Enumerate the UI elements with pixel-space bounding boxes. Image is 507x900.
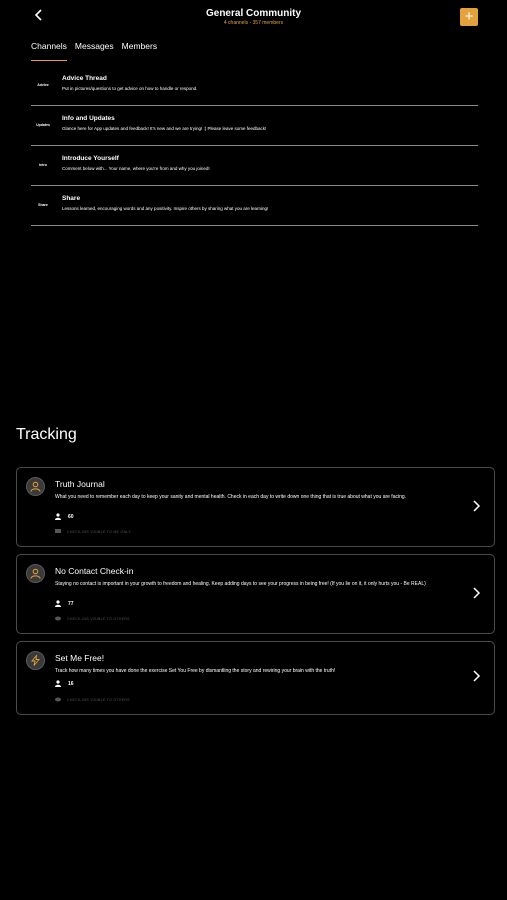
person-icon bbox=[55, 600, 61, 607]
eye-icon bbox=[55, 616, 61, 621]
tracker-card[interactable]: Set Me Free! Track how many times you ha… bbox=[16, 641, 495, 715]
tracking-title: Tracking bbox=[16, 426, 77, 443]
visibility-note: CHECK-INS VISIBLE TO ME ONLY bbox=[55, 529, 131, 534]
chat-icon bbox=[55, 529, 61, 533]
header: General Community 4 channels - 357 membe… bbox=[0, 0, 507, 34]
tracker-title: Set Me Free! bbox=[55, 653, 105, 663]
channel-title: Info and Updates bbox=[62, 115, 115, 122]
chevron-right-icon bbox=[473, 500, 481, 512]
person-icon bbox=[55, 680, 61, 687]
channel-code: Intro bbox=[39, 163, 47, 167]
count-value: 60 bbox=[68, 513, 74, 520]
chevron-right-icon bbox=[473, 587, 481, 599]
person-icon bbox=[55, 513, 61, 520]
channel-item[interactable]: Share Share Lessons learned, encouraging… bbox=[31, 186, 478, 226]
plus-icon: + bbox=[464, 8, 474, 25]
lightning-icon bbox=[31, 655, 40, 666]
tracker-card[interactable]: Truth Journal What you need to remember … bbox=[16, 467, 495, 547]
visibility-text: CHECK-INS VISIBLE TO ME ONLY bbox=[67, 529, 132, 534]
tracker-card[interactable]: No Contact Check-in Staying no contact i… bbox=[16, 554, 495, 634]
avatar bbox=[26, 564, 45, 583]
channel-code: Share bbox=[38, 203, 48, 207]
tab-bar: Channels Messages Members bbox=[31, 41, 157, 63]
tracker-description: Staying no contact is important in your … bbox=[55, 581, 426, 587]
member-count: 60 bbox=[55, 513, 74, 520]
tab-channels[interactable]: Channels bbox=[31, 41, 67, 61]
channel-description: Glance here for App updates and feedback… bbox=[62, 126, 267, 131]
member-count: 77 bbox=[55, 600, 74, 607]
avatar bbox=[26, 477, 45, 496]
count-value: 16 bbox=[68, 680, 74, 687]
visibility-text: CHECK-INS VISIBLE TO OTHERS bbox=[67, 616, 130, 621]
visibility-note: CHECK-INS VISIBLE TO OTHERS bbox=[55, 616, 130, 621]
chevron-right-icon bbox=[473, 670, 481, 682]
tab-members[interactable]: Members bbox=[122, 41, 157, 60]
channel-description: Put in pictures/questions to get advice … bbox=[62, 86, 198, 91]
channel-code: Advice bbox=[37, 83, 49, 87]
avatar bbox=[26, 651, 45, 670]
channel-item[interactable]: Updates Info and Updates Glance here for… bbox=[31, 106, 478, 146]
visibility-note: CHECK-INS VISIBLE TO OTHERS bbox=[55, 697, 130, 702]
channel-title: Share bbox=[62, 195, 81, 202]
channel-item[interactable]: Intro Introduce Yourself Comment below w… bbox=[31, 146, 478, 186]
tracker-description: What you need to remember each day to ke… bbox=[55, 494, 407, 500]
count-value: 77 bbox=[68, 600, 74, 607]
eye-icon bbox=[55, 697, 61, 702]
channel-item[interactable]: Advice Advice Thread Put in pictures/que… bbox=[31, 66, 478, 106]
channel-list: Advice Advice Thread Put in pictures/que… bbox=[31, 66, 478, 226]
channel-description: Lessons learned, encouraging words and a… bbox=[62, 206, 269, 211]
tracker-title: Truth Journal bbox=[55, 479, 105, 489]
person-icon bbox=[30, 481, 41, 492]
member-count: 16 bbox=[55, 680, 74, 687]
page-subtitle: 4 channels - 357 members bbox=[223, 20, 284, 26]
channel-code: Updates bbox=[36, 123, 50, 127]
tracker-description: Track how many times you have done the e… bbox=[55, 668, 336, 674]
tab-messages[interactable]: Messages bbox=[75, 41, 114, 60]
add-button[interactable]: + bbox=[460, 8, 478, 26]
visibility-text: CHECK-INS VISIBLE TO OTHERS bbox=[67, 697, 130, 702]
channel-title: Advice Thread bbox=[62, 75, 107, 82]
channel-description: Comment below with... Your name, where y… bbox=[62, 166, 210, 171]
page-title: General Community bbox=[205, 8, 302, 19]
tracker-title: No Contact Check-in bbox=[55, 566, 134, 576]
person-icon bbox=[30, 568, 41, 579]
channel-title: Introduce Yourself bbox=[62, 155, 119, 162]
